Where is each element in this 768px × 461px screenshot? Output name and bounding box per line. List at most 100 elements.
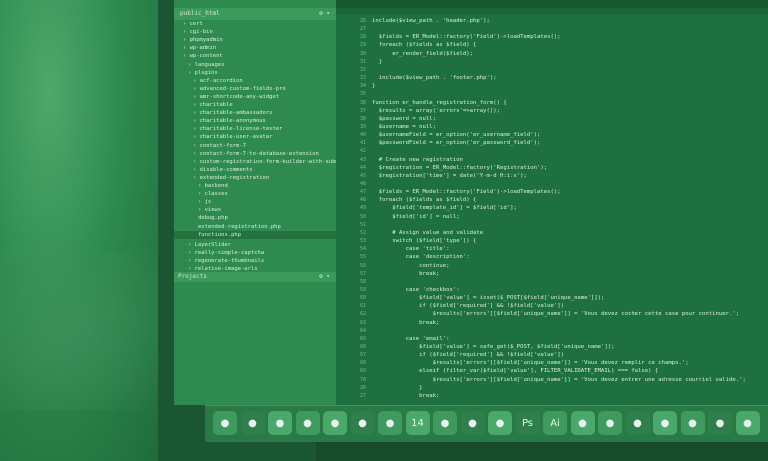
tree-item[interactable]: › phpmyadmin	[174, 36, 223, 44]
line-number: 43	[359, 156, 366, 163]
code-line: function er_handle_registration_form() {	[372, 99, 507, 106]
line-number: 60	[359, 295, 366, 302]
preview-icon[interactable]: ●	[460, 411, 485, 435]
line-number: 27	[359, 26, 366, 33]
tree-item-label: extended-registration.php	[198, 223, 281, 230]
line-number: 56	[359, 262, 366, 269]
system-icon[interactable]: ●	[240, 411, 265, 435]
tree-item[interactable]: extended-registration.php	[174, 223, 281, 231]
code-line: $field['value'] = safe_get($_POST, $fiel…	[372, 344, 615, 350]
tree-item[interactable]: › wp-admin	[174, 44, 216, 52]
code-editor[interactable]: 26 include($view_path . 'header.php'); 27 2…	[336, 14, 768, 405]
code-line: elseif (filter_var($field['value'], FILT…	[372, 368, 659, 375]
app-icon[interactable]: ●	[598, 411, 622, 435]
line-number: 42	[359, 148, 366, 155]
tree-item[interactable]: › plugins	[174, 69, 218, 77]
line-number: 49	[359, 205, 366, 212]
mail-icon[interactable]: ●	[350, 411, 375, 435]
tree-item-label: › cert	[183, 21, 203, 27]
notes-icon[interactable]: ●	[433, 411, 457, 435]
tree-item[interactable]: › really-simple-captcha	[174, 249, 264, 257]
file-tree-header: public_html ⚙ ▾	[174, 8, 336, 20]
code-line: case 'title':	[372, 246, 450, 253]
tree-item-label: › acf-accordion	[193, 77, 243, 84]
code-line: $registration = ER_Model::factory('Regis…	[372, 164, 548, 171]
tree-item[interactable]: › cgi-bin	[174, 28, 213, 36]
tree-item[interactable]: › classes	[174, 190, 228, 198]
tree-item[interactable]: › advanced-custom-fields-pro	[174, 85, 286, 93]
tree-item[interactable]: › regenerate-thumbnails	[174, 257, 264, 265]
code-line: er_render_field($field);	[372, 50, 474, 57]
tree-item[interactable]: › charitable	[174, 101, 233, 109]
tree-item-label: › charitable-user-avatar	[193, 134, 273, 141]
tree-item[interactable]: › custom-registration-form-builder-with-…	[174, 158, 352, 166]
line-number: 45	[359, 172, 366, 179]
illustrator-icon[interactable]: Ai	[543, 411, 567, 435]
tree-item[interactable]: › charitable-ambassadors	[174, 109, 272, 117]
tree-item[interactable]: › charitable-anonymous	[174, 117, 266, 125]
settings-icon[interactable]: ⚙ ▾	[319, 272, 330, 282]
code-line: }	[372, 58, 383, 65]
app-icon[interactable]: ●	[653, 411, 677, 435]
code-line: include($view_path . 'header.php');	[372, 18, 490, 24]
code-line: foreach ($fields as $field) {	[372, 197, 477, 204]
tree-item[interactable]: functions.php	[174, 230, 360, 239]
app-icon[interactable]: ●	[625, 411, 650, 435]
line-number: 41	[359, 140, 366, 147]
rocket-icon[interactable]: ●	[268, 411, 292, 435]
tree-item[interactable]: debug.php	[174, 214, 228, 222]
calendar-icon[interactable]: 14	[405, 411, 430, 435]
finder-icon[interactable]: ●	[213, 411, 237, 435]
tree-item-label: › extended-registration	[193, 174, 270, 181]
tree-item[interactable]: › backend	[174, 182, 228, 190]
code-line: $results = array('errors'=>array());	[372, 107, 500, 114]
photoshop-icon[interactable]: Ps	[515, 411, 540, 435]
tree-item[interactable]: › acf-accordion	[174, 77, 243, 85]
code-line: break;	[372, 392, 440, 399]
code-line: }	[372, 83, 376, 90]
dock: ● ● ● ● ● ● ● 14 ● ● ● Ps Ai ● ● ● ● ● ● ●	[205, 405, 768, 442]
tree-item[interactable]: › charitable-license-tester	[174, 125, 282, 133]
chrome-icon[interactable]: ●	[295, 411, 320, 435]
tree-item[interactable]: › amr-shortcode-any-widget	[174, 93, 279, 101]
app-icon[interactable]: ●	[680, 411, 705, 435]
tree-item[interactable]: › LayerSlider	[174, 241, 231, 249]
line-number: 34	[359, 83, 366, 90]
app-icon[interactable]: ●	[735, 411, 760, 435]
code-line: break;	[372, 319, 440, 326]
app-icon[interactable]: ●	[570, 411, 595, 435]
code-line: $results['errors'][$field['unique_name']…	[372, 311, 740, 318]
photos-icon[interactable]: ●	[488, 411, 512, 435]
settings-icon[interactable]: ⚙ ▾	[319, 8, 330, 20]
tree-item[interactable]: › js	[174, 198, 211, 206]
tree-item[interactable]: › contact-form-7-to-database-extension	[174, 150, 319, 158]
tree-item-label: functions.php	[198, 231, 242, 238]
line-number: 62	[359, 311, 366, 318]
tree-item-label: › custom-registration-form-builder-with-…	[193, 158, 352, 165]
tree-item[interactable]: › charitable-user-avatar	[174, 133, 272, 141]
code-line: switch ($field['type']) {	[372, 238, 477, 245]
line-number: 54	[359, 246, 366, 253]
tree-item[interactable]: › extended-registration	[174, 174, 269, 182]
tree-item[interactable]: › views	[174, 206, 221, 214]
tree-item-label: › charitable-license-tester	[193, 126, 283, 133]
tree-item[interactable]: › contact-form-7	[174, 142, 246, 150]
tree-item[interactable]: › cert	[174, 20, 203, 28]
tree-item-label: › LayerSlider	[188, 241, 232, 248]
time-icon[interactable]: ●	[378, 411, 402, 435]
tree-item-label: › wp-admin	[183, 45, 217, 52]
line-number: 55	[359, 254, 366, 261]
code-line: $results['errors'][$field['unique_name']…	[372, 360, 689, 367]
app-icon[interactable]: ●	[708, 411, 732, 435]
tree-item[interactable]: › disable-comments	[174, 166, 253, 174]
line-number: 38	[359, 115, 366, 122]
code-line: # Assign value and validate	[372, 229, 484, 236]
line-number: 66	[359, 344, 366, 350]
safari-icon[interactable]: ●	[323, 411, 347, 435]
line-number: 28	[359, 34, 366, 41]
tree-item[interactable]: › languages	[174, 61, 224, 69]
line-number: 48	[359, 197, 366, 204]
code-line: foreach ($fields as $field) {	[372, 42, 477, 49]
tree-item[interactable]: › wp-content	[174, 52, 223, 60]
tree-item-label: › regenerate-thumbnails	[188, 257, 265, 264]
